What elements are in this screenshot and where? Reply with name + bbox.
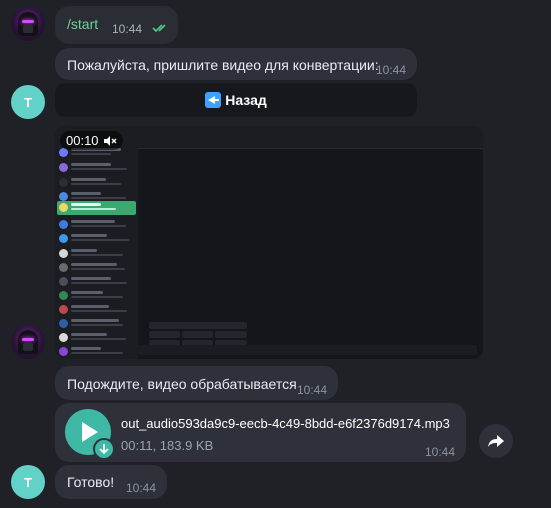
audio-meta: 00:11, 183.9 KB <box>121 438 214 453</box>
video-input-bar <box>138 345 477 355</box>
video-duration-badge[interactable]: 00:10 <box>60 131 123 150</box>
user-avatar[interactable] <box>11 325 45 359</box>
audio-filename: out_audio593da9c9-eecb-4c49-8bdd-e6f2376… <box>121 416 450 431</box>
video-sidebar <box>55 126 138 359</box>
message-time: 10:44 <box>425 445 456 459</box>
message-time: 10:44 <box>376 63 407 77</box>
processing-text: Подождите, видео обрабатывается <box>67 376 297 392</box>
bot-avatar[interactable]: T <box>11 465 45 499</box>
forward-share-icon[interactable] <box>479 424 513 458</box>
video-message[interactable]: 00:10 <box>55 126 483 359</box>
bot-avatar[interactable]: T <box>11 85 45 119</box>
video-chat-header <box>138 126 483 149</box>
back-button[interactable]: Назад <box>55 83 417 117</box>
prompt-text: Пожалуйста, пришлите видео для конвертац… <box>67 57 379 73</box>
speaker-mute-icon[interactable] <box>103 135 117 147</box>
double-check-icon <box>152 23 170 33</box>
download-icon[interactable] <box>93 438 115 460</box>
start-command-text[interactable]: /start <box>67 15 98 33</box>
audio-message[interactable]: out_audio593da9c9-eecb-4c49-8bdd-e6f2376… <box>55 403 466 462</box>
done-message: Готово! 10:44 <box>55 465 167 499</box>
start-message[interactable]: /start 10:44 <box>55 6 178 44</box>
message-time: 10:44 <box>297 383 328 397</box>
back-arrow-icon <box>205 92 222 108</box>
done-text: Готово! <box>67 474 115 490</box>
message-time: 10:44 <box>126 481 157 495</box>
message-time: 10:44 <box>112 22 143 36</box>
back-button-label: Назад <box>225 92 267 108</box>
prompt-message: Пожалуйста, пришлите видео для конвертац… <box>55 48 417 80</box>
video-duration: 00:10 <box>66 133 99 148</box>
user-avatar[interactable] <box>11 7 45 41</box>
processing-message: Подождите, видео обрабатывается 10:44 <box>55 366 338 400</box>
